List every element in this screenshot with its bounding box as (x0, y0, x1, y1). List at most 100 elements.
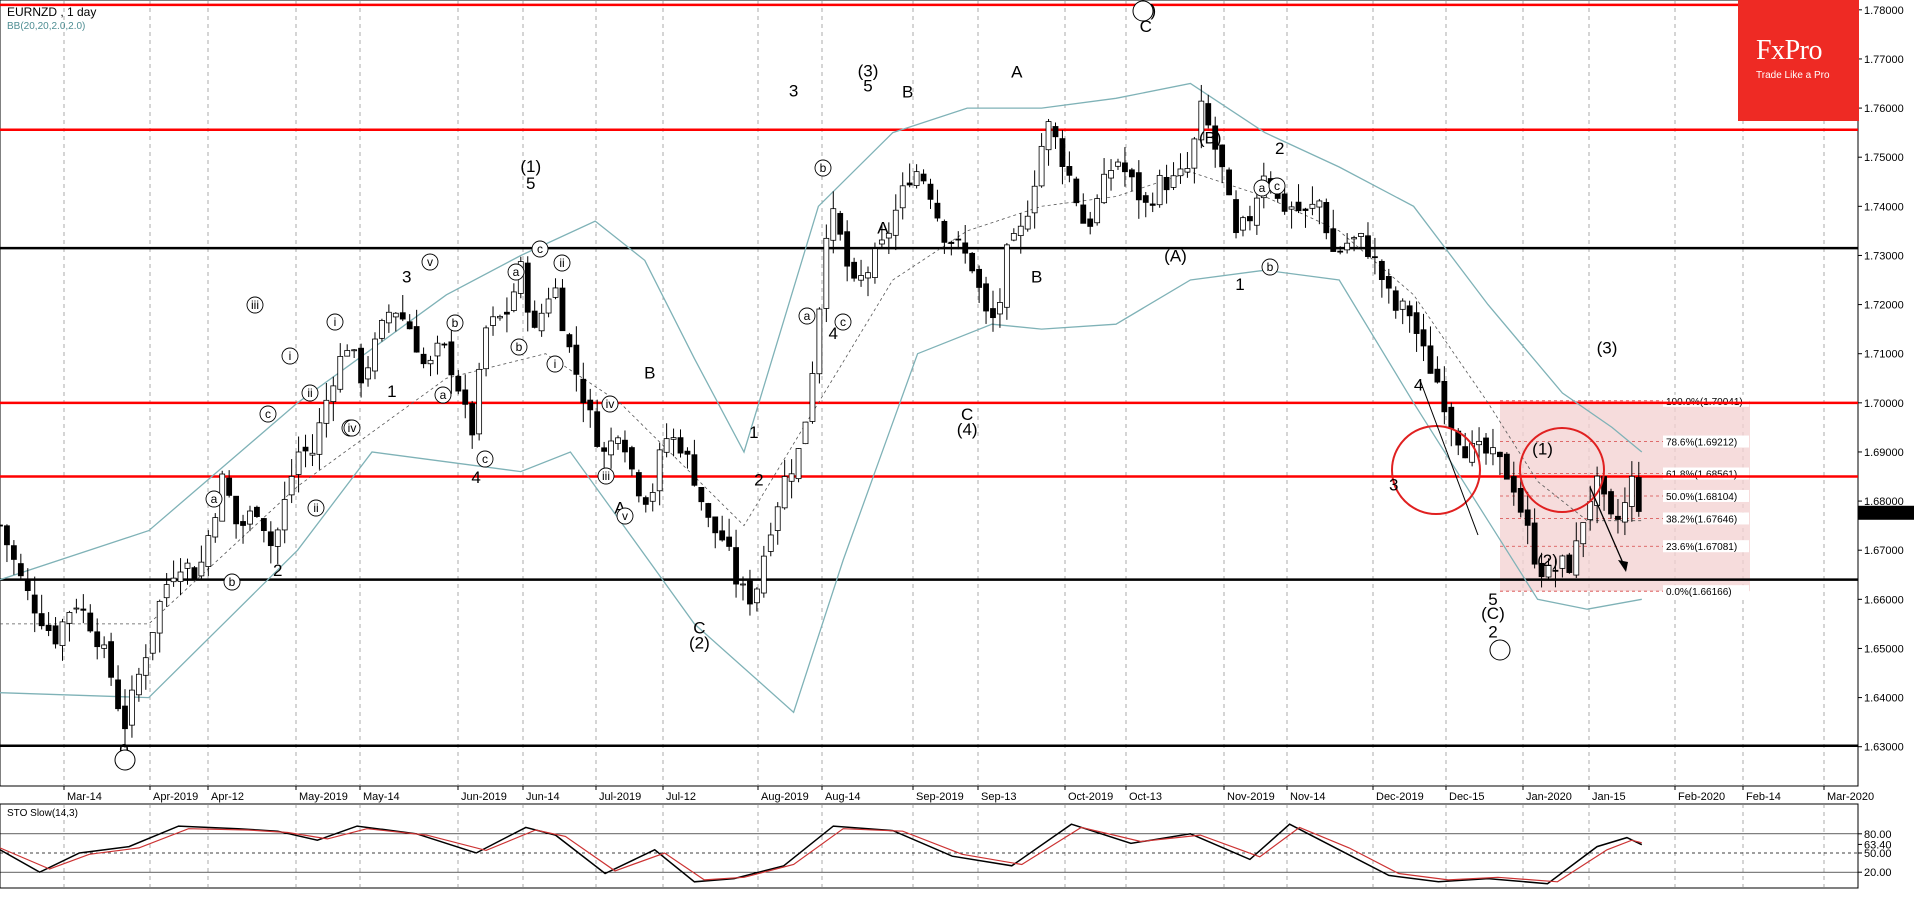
candle-body (531, 310, 538, 328)
candle-body (1573, 540, 1580, 576)
logo-brand: FxPro (1756, 35, 1822, 66)
candle-body (247, 510, 253, 525)
wave-label: (2) (1537, 551, 1558, 570)
candle-body (927, 183, 934, 200)
candle-body (753, 588, 760, 604)
candle-body (434, 342, 441, 357)
wave-subcount-label: c (537, 242, 543, 256)
x-tick-label: Jan-15 (1592, 791, 1626, 803)
candle-body (1608, 491, 1614, 515)
wave-label: 2 (273, 561, 282, 580)
candle-body (1580, 522, 1587, 545)
wave-label: (B) (1199, 128, 1222, 147)
candle-body (760, 555, 767, 594)
candle-body (816, 308, 823, 375)
candle-body (240, 521, 246, 526)
wave-label: 4 (471, 468, 480, 487)
candle-body (413, 326, 420, 353)
candle-body (1441, 380, 1448, 413)
wave-subcount-label: a (440, 388, 447, 402)
candle-body (1080, 204, 1087, 224)
candle-body (1003, 244, 1010, 308)
x-tick-label: May-14 (363, 791, 400, 803)
wave-subcount-label: a (211, 492, 218, 506)
candle-body (1358, 232, 1364, 237)
wave-subcount-label: c (840, 315, 846, 329)
wave-subcount-label: c (482, 452, 488, 466)
candle-body (267, 531, 274, 547)
candle-body (1024, 215, 1031, 230)
candle-body (649, 492, 656, 502)
candle-body (767, 534, 774, 552)
wave-subcount-label: b (452, 316, 459, 330)
candle-body (10, 545, 17, 560)
wave-label: 4 (1414, 376, 1423, 395)
candle-body (1233, 199, 1239, 234)
candle-body (1406, 305, 1413, 317)
candle-body (344, 350, 351, 357)
candle-body (698, 487, 705, 503)
candle-body (337, 356, 344, 390)
candle-body (566, 334, 573, 348)
x-tick-label: Feb-2020 (1678, 791, 1725, 803)
candle-body (1378, 260, 1385, 280)
candle-body (719, 530, 726, 541)
y-tick-label: 1.66000 (1864, 594, 1904, 606)
wave-subcount-label: c (1274, 179, 1280, 193)
current-price-label: 1.67762 (1864, 508, 1904, 520)
x-tick-label: Nov-14 (1290, 791, 1325, 803)
candle-body (1128, 169, 1135, 178)
candle-body (837, 213, 844, 235)
candle-body (656, 449, 663, 492)
wave-subcount-label: iv (606, 397, 615, 411)
wave-major-marker (114, 749, 136, 771)
sto-title: STO Slow(14,3) (7, 808, 78, 819)
x-tick-label: Apr-12 (211, 791, 244, 803)
wave-label: (2) (689, 633, 710, 652)
candle-body (1337, 250, 1344, 253)
y-tick-label: 1.77000 (1864, 54, 1904, 66)
candle-body (969, 252, 976, 272)
candle-body (552, 287, 559, 298)
wave-subcount-label: b (229, 575, 236, 589)
candle-body (1177, 168, 1184, 177)
candle-body (156, 600, 163, 634)
candle-body (1385, 276, 1392, 289)
fxpro-logo[interactable]: FxPro Trade Like a Pro (1738, 0, 1859, 121)
candle-body (1045, 121, 1052, 151)
x-tick-label: May-2019 (299, 791, 348, 803)
candle-body (24, 578, 31, 592)
candle-body (733, 547, 739, 585)
candle-body (823, 237, 830, 309)
x-tick-label: Dec-15 (1449, 791, 1484, 803)
candle-body (1170, 175, 1177, 188)
candle-body (1615, 515, 1621, 520)
candle-body (87, 612, 94, 632)
candle-body (1108, 170, 1114, 179)
y-tick-label: 1.65000 (1864, 643, 1904, 655)
stochastic-k-line (0, 823, 1643, 885)
candle-body (4, 525, 10, 546)
wave-label: B (644, 363, 655, 382)
candle-body (1240, 217, 1246, 231)
candle-body (1628, 475, 1635, 507)
price-chart[interactable]: Mar-14 Apr-2019 Apr-12 May-2019 May-14 Jun-20… (0, 0, 1918, 898)
candle-body (1351, 237, 1357, 240)
candle-body (212, 517, 219, 538)
candle-body (504, 311, 510, 315)
candle-body (260, 518, 267, 532)
candle-body (233, 495, 239, 525)
candle-body (1017, 225, 1024, 237)
candle-body (1483, 437, 1489, 454)
candle-body (31, 594, 38, 614)
candle-body (1038, 145, 1045, 187)
candle-body (635, 472, 642, 497)
wave-subcount-label: v (622, 509, 628, 523)
candle-body (469, 403, 476, 436)
candle-body (1052, 126, 1059, 138)
candle-body (101, 644, 108, 649)
wave-major-marker (1132, 0, 1154, 22)
candle-body (0, 524, 3, 527)
candle-body (587, 399, 594, 411)
candle-body (983, 283, 989, 312)
